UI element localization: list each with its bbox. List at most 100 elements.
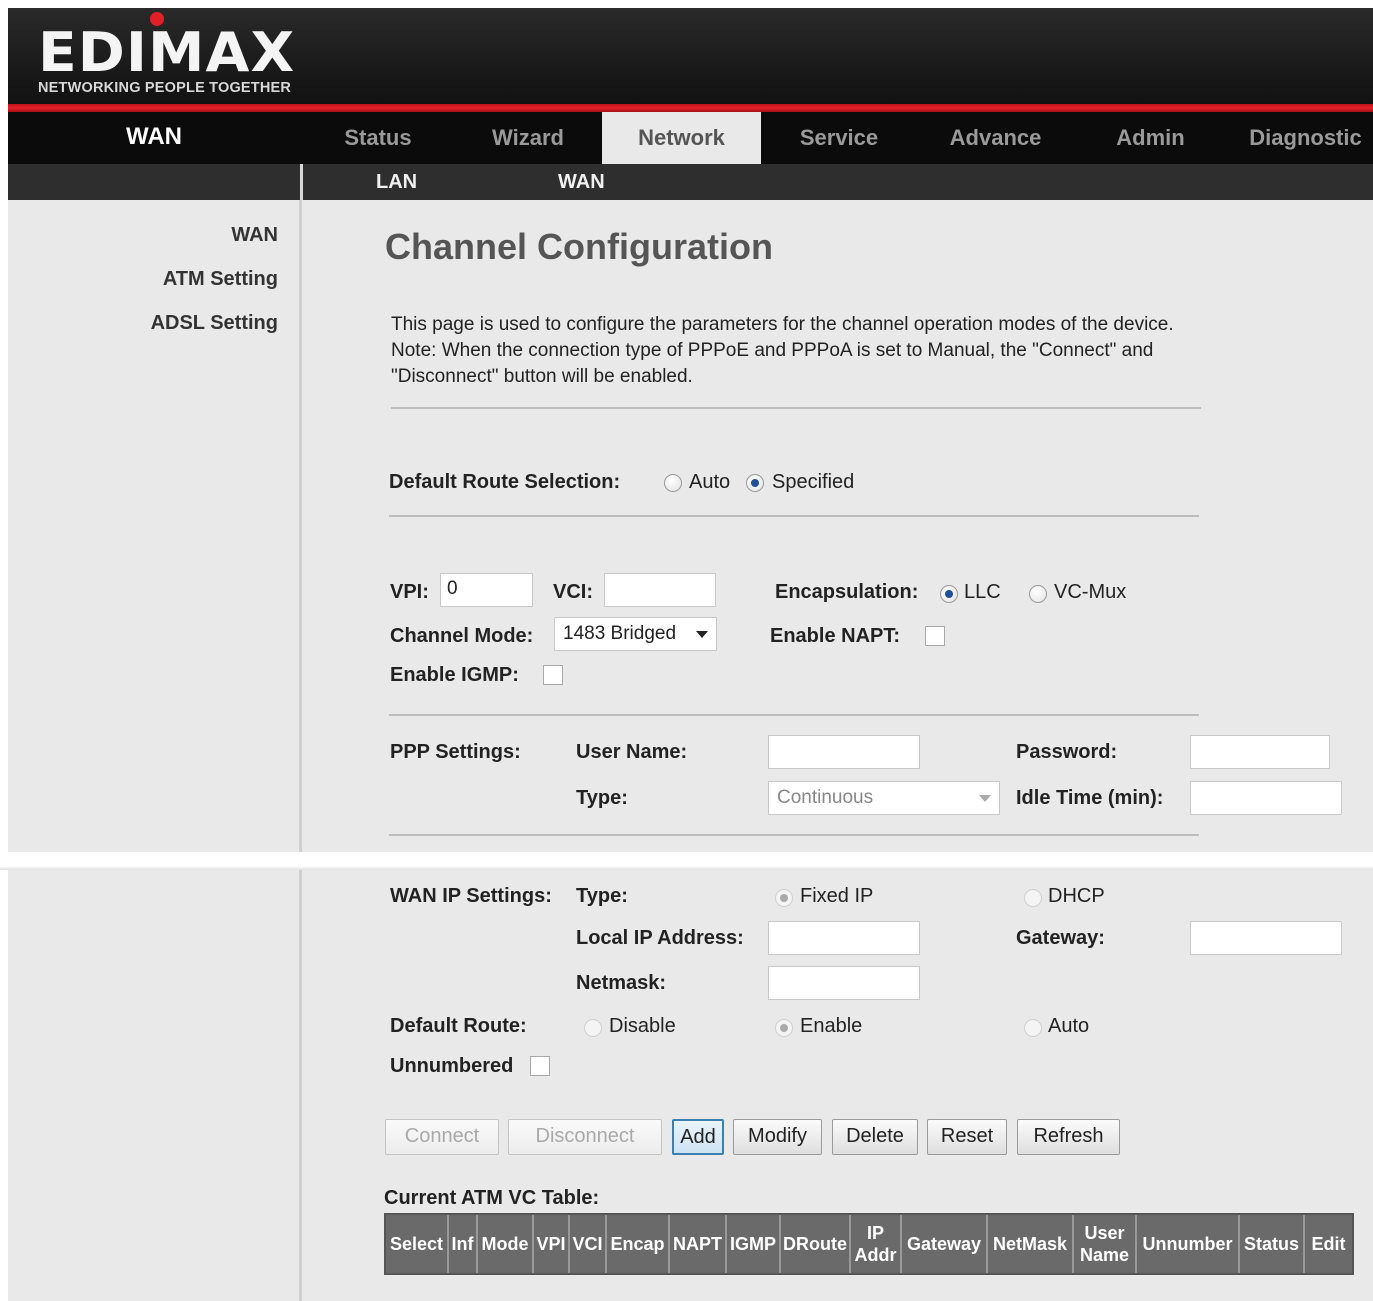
ppp-password-input[interactable] xyxy=(1190,735,1330,769)
section-title: WAN xyxy=(126,123,182,150)
col-edit: Edit xyxy=(1305,1215,1352,1273)
radio-encap-llc[interactable] xyxy=(940,585,958,603)
vpi-input[interactable]: 0 xyxy=(440,573,533,607)
netmask-input[interactable] xyxy=(768,966,920,1000)
col-vci: VCI xyxy=(570,1215,607,1273)
col-inf: Inf xyxy=(449,1215,478,1273)
tab-service[interactable]: Service xyxy=(768,112,910,164)
col-select: Select xyxy=(386,1215,449,1273)
sidebar-item-adsl-setting[interactable]: ADSL Setting xyxy=(151,312,278,335)
divider xyxy=(389,515,1199,517)
radio-dhcp-label: DHCP xyxy=(1048,885,1105,907)
enable-igmp-checkbox[interactable] xyxy=(543,665,563,685)
gateway-input[interactable] xyxy=(1190,921,1342,955)
unnumbered-checkbox[interactable] xyxy=(530,1056,550,1076)
ppp-password-label: Password: xyxy=(1016,741,1118,763)
tab-advance[interactable]: Advance xyxy=(918,112,1073,164)
channel-mode-label: Channel Mode: xyxy=(390,625,534,647)
vpi-label: VPI: xyxy=(390,581,429,603)
radio-default-route-enable[interactable] xyxy=(775,1019,793,1037)
radio-default-route-auto[interactable] xyxy=(1024,1019,1042,1037)
radio-encap-vcmux-label: VC-Mux xyxy=(1054,581,1127,603)
tab-diagnostic[interactable]: Diagnostic xyxy=(1238,112,1373,164)
main-nav: WAN Status Wizard Network Service Advanc… xyxy=(8,112,1373,164)
sidebar xyxy=(8,200,300,1301)
radio-route-specified[interactable] xyxy=(746,474,764,492)
ppp-type-label: Type: xyxy=(576,787,628,809)
radio-default-route-auto-label: Auto xyxy=(1048,1015,1090,1037)
description-line: "Disconnect" button will be enabled. xyxy=(391,366,693,387)
ppp-type-select[interactable]: Continuous xyxy=(768,781,1000,815)
default-route-label: Default Route: xyxy=(390,1015,527,1037)
tab-wizard[interactable]: Wizard xyxy=(458,112,598,164)
wan-ip-settings-label: WAN IP Settings: xyxy=(390,885,552,907)
radio-default-route-disable-label: Disable xyxy=(609,1015,676,1037)
chevron-down-icon xyxy=(979,795,991,802)
page-description: This page is used to configure the param… xyxy=(391,312,1271,390)
divider xyxy=(389,714,1199,716)
logo-dot-icon xyxy=(150,12,164,26)
radio-encap-vcmux[interactable] xyxy=(1029,585,1047,603)
vci-input[interactable] xyxy=(604,573,716,607)
connect-button[interactable]: Connect xyxy=(385,1119,499,1155)
radio-route-auto[interactable] xyxy=(664,474,682,492)
vci-label: VCI: xyxy=(553,581,593,603)
vc-table-header: Select Inf Mode VPI VCI Encap NAPT IGMP … xyxy=(384,1213,1354,1275)
col-gateway: Gateway xyxy=(902,1215,988,1273)
divider xyxy=(391,407,1201,409)
col-user-name: User Name xyxy=(1074,1215,1137,1273)
col-napt: NAPT xyxy=(670,1215,727,1273)
radio-default-route-disable[interactable] xyxy=(584,1019,602,1037)
radio-default-route-enable-label: Enable xyxy=(800,1015,863,1037)
col-droute: DRoute xyxy=(781,1215,851,1273)
sub-nav: LAN WAN xyxy=(8,164,1373,200)
description-line: Note: When the connection type of PPPoE … xyxy=(391,340,1154,361)
enable-napt-checkbox[interactable] xyxy=(925,626,945,646)
radio-encap-llc-label: LLC xyxy=(964,581,1001,603)
edimax-logo: EDIMAX NETWORKING PEOPLE TOGETHER xyxy=(38,26,294,97)
refresh-button[interactable]: Refresh xyxy=(1017,1119,1120,1155)
vc-table-title: Current ATM VC Table: xyxy=(384,1187,600,1209)
ppp-username-input[interactable] xyxy=(768,735,920,769)
encapsulation-label: Encapsulation: xyxy=(775,581,919,603)
modify-button[interactable]: Modify xyxy=(733,1119,822,1155)
col-mode: Mode xyxy=(478,1215,534,1273)
left-edge xyxy=(0,200,8,1301)
screenshot-gap-shadow xyxy=(0,866,1373,870)
local-ip-label: Local IP Address: xyxy=(576,927,744,949)
netmask-label: Netmask: xyxy=(576,972,667,994)
col-netmask: NetMask xyxy=(988,1215,1074,1273)
ppp-settings-label: PPP Settings: xyxy=(390,741,521,763)
radio-dhcp[interactable] xyxy=(1024,889,1042,907)
sidebar-item-wan[interactable]: WAN xyxy=(231,224,278,247)
brand-name: EDIMAX xyxy=(38,21,296,84)
reset-button[interactable]: Reset xyxy=(927,1119,1007,1155)
disconnect-button[interactable]: Disconnect xyxy=(508,1119,662,1155)
col-encap: Encap xyxy=(607,1215,670,1273)
gateway-label: Gateway: xyxy=(1016,927,1105,949)
tab-network[interactable]: Network xyxy=(602,112,761,164)
idle-time-input[interactable] xyxy=(1190,781,1342,815)
header-accent-line xyxy=(8,104,1373,112)
ppp-username-label: User Name: xyxy=(576,741,688,763)
channel-mode-select[interactable]: 1483 Bridged xyxy=(554,617,717,651)
col-vpi: VPI xyxy=(534,1215,570,1273)
delete-button[interactable]: Delete xyxy=(832,1119,918,1155)
tab-admin[interactable]: Admin xyxy=(1083,112,1218,164)
subtab-lan[interactable]: LAN xyxy=(376,164,417,200)
channel-mode-value: 1483 Bridged xyxy=(563,623,677,644)
chevron-down-icon xyxy=(696,631,708,638)
wan-ip-type-label: Type: xyxy=(576,885,628,907)
local-ip-input[interactable] xyxy=(768,921,920,955)
col-unnumber: Unnumber xyxy=(1137,1215,1240,1273)
col-status: Status xyxy=(1240,1215,1305,1273)
sidebar-divider xyxy=(299,200,302,1301)
unnumbered-label: Unnumbered xyxy=(390,1055,514,1077)
tab-status[interactable]: Status xyxy=(308,112,448,164)
subtab-wan[interactable]: WAN xyxy=(558,164,605,200)
divider xyxy=(389,834,1199,836)
sidebar-item-atm-setting[interactable]: ATM Setting xyxy=(163,268,278,291)
radio-fixed-ip[interactable] xyxy=(775,889,793,907)
add-button[interactable]: Add xyxy=(672,1119,724,1155)
description-line: This page is used to configure the param… xyxy=(391,314,1174,335)
